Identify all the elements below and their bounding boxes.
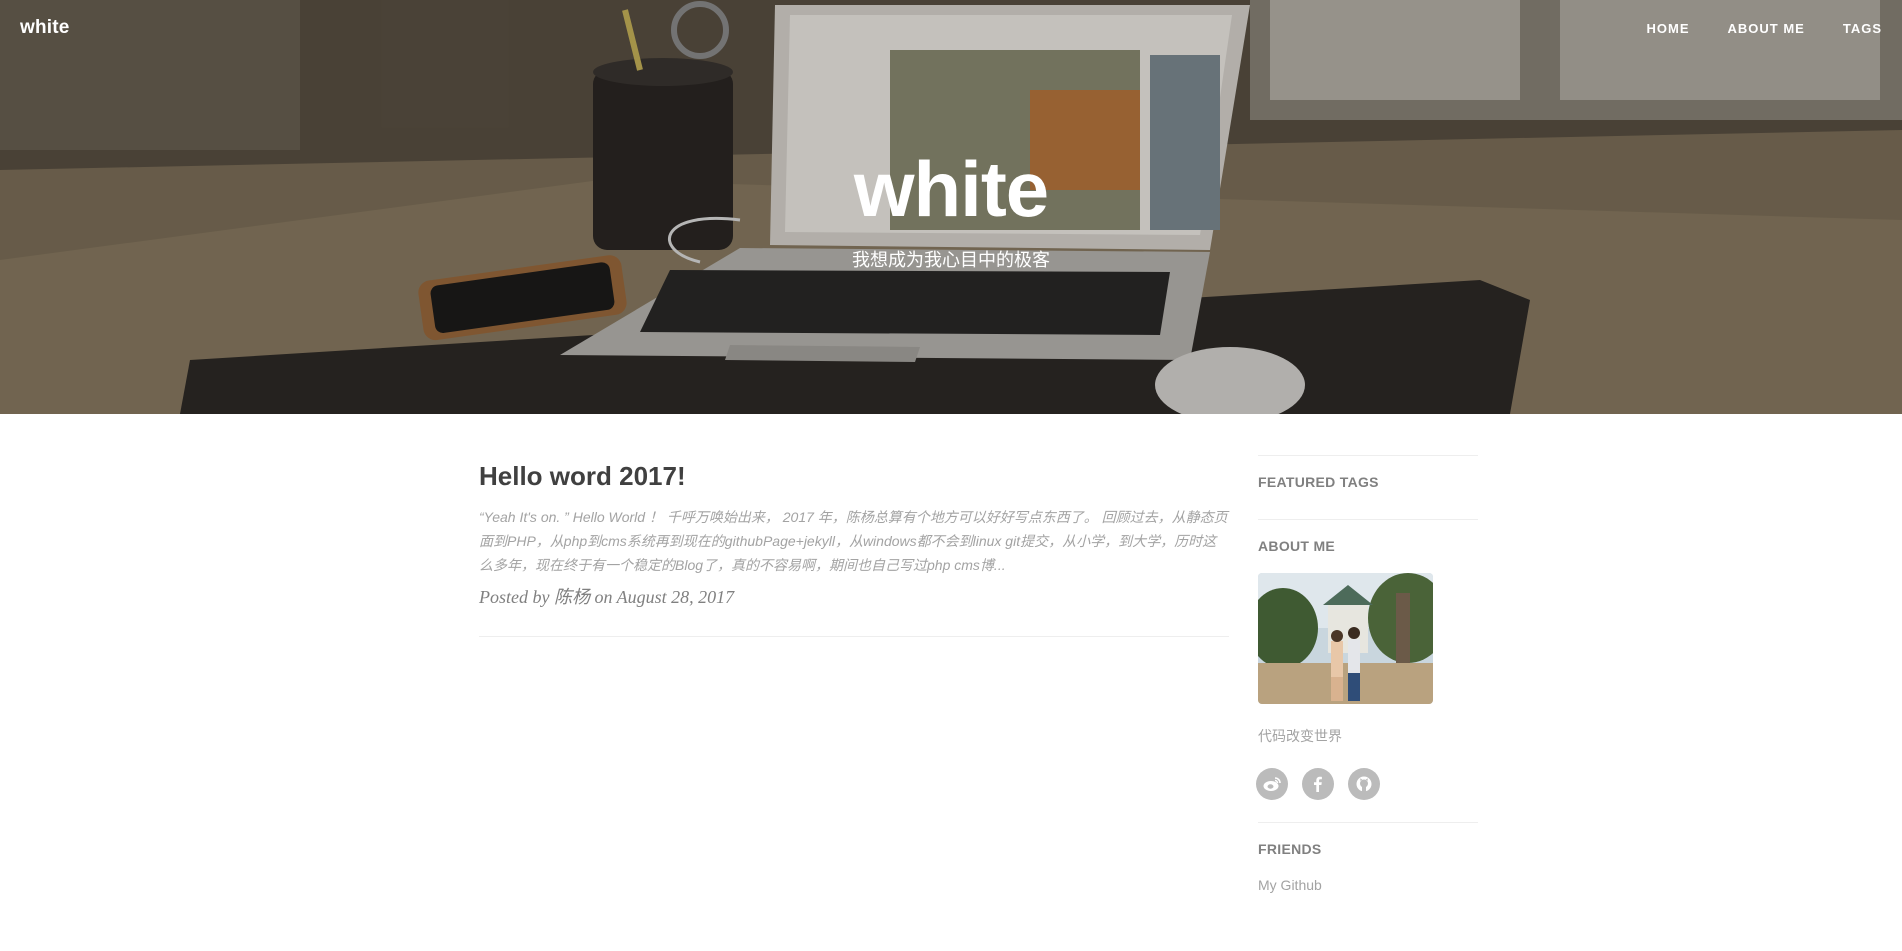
avatar-photo [1258, 573, 1433, 704]
site-heading: white 我想成为我心目中的极客 [0, 150, 1902, 272]
post-date: August 28, 2017 [616, 586, 735, 607]
post-divider [479, 636, 1229, 637]
weibo-link[interactable] [1256, 768, 1288, 800]
weibo-icon [1263, 777, 1281, 791]
post-meta-on: on [594, 586, 613, 607]
header-hero: white HOME ABOUT ME TAGS white 我想成为我心目中的… [0, 0, 1902, 414]
sidebar-divider [1258, 455, 1478, 456]
post-excerpt[interactable]: “Yeah It's on. ” Hello World ！ 千呼万唤始出来， … [479, 505, 1229, 577]
avatar [1258, 573, 1433, 704]
top-navbar: white HOME ABOUT ME TAGS [0, 0, 1902, 56]
post-meta-prefix: Posted by [479, 586, 550, 607]
friend-link-github[interactable]: My Github [1258, 877, 1478, 893]
sidebar-divider [1258, 519, 1478, 520]
sidebar: FEATURED TAGS ABOUT ME 代码改变世界 FRIENDS My… [1256, 455, 1478, 893]
post-meta: Posted by 陈杨 on August 28, 2017 [479, 583, 1229, 609]
brand-logo-link[interactable]: white [20, 17, 70, 39]
nav-home-link[interactable]: HOME [1647, 21, 1690, 36]
post-author-link[interactable]: 陈杨 [554, 587, 590, 607]
github-icon [1356, 776, 1372, 792]
post-preview: Hello word 2017! “Yeah It's on. ” Hello … [479, 462, 1229, 609]
site-title: white [853, 145, 1049, 233]
social-links [1256, 768, 1478, 800]
github-link[interactable] [1348, 768, 1380, 800]
friends-title: FRIENDS [1258, 841, 1322, 857]
facebook-link[interactable] [1302, 768, 1334, 800]
site-subtitle: 我想成为我心目中的极客 [852, 250, 1050, 270]
facebook-icon [1314, 776, 1322, 792]
about-me-text: 代码改变世界 [1258, 728, 1342, 744]
featured-tags-title: FEATURED TAGS [1258, 474, 1379, 490]
nav-links: HOME ABOUT ME TAGS [1609, 21, 1883, 36]
nav-about-link[interactable]: ABOUT ME [1728, 21, 1805, 36]
about-me-title: ABOUT ME [1258, 538, 1336, 554]
sidebar-divider [1258, 822, 1478, 823]
post-title-link[interactable]: Hello word 2017! [479, 462, 1229, 491]
nav-tags-link[interactable]: TAGS [1843, 21, 1882, 36]
